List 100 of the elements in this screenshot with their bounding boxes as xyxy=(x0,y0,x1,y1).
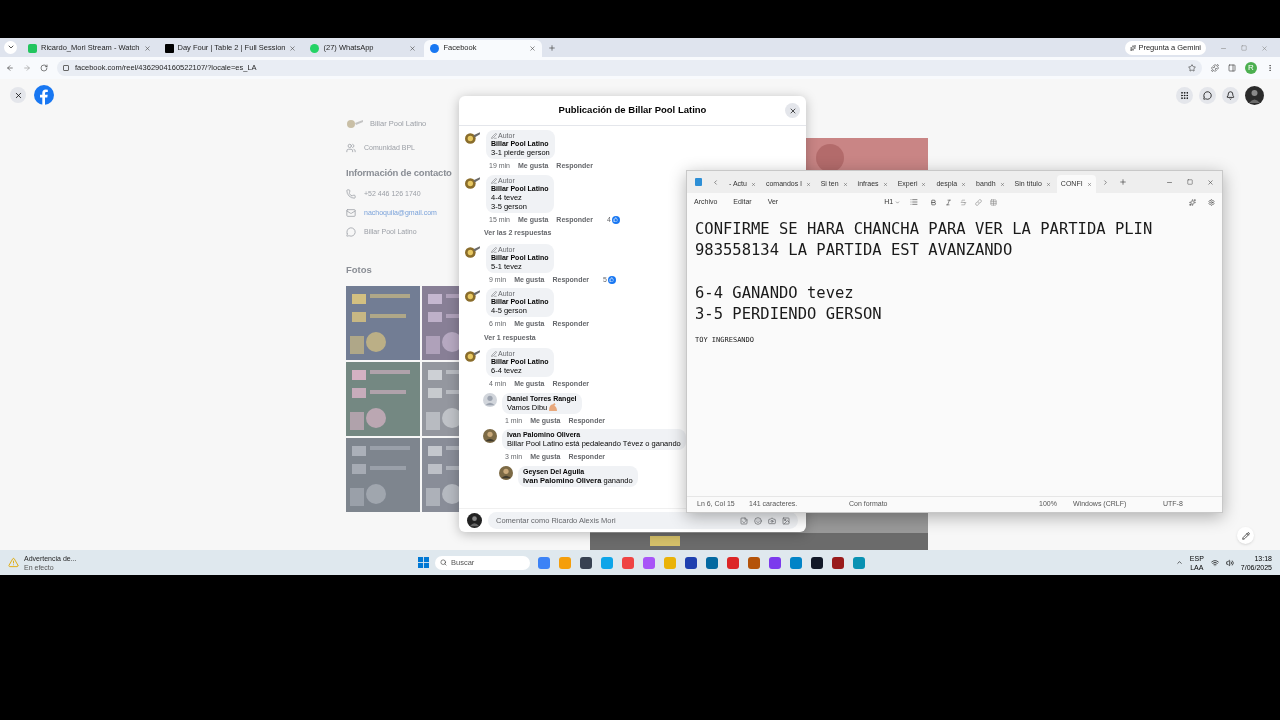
flexed-arm-icon xyxy=(549,403,558,411)
sparkle-icon[interactable] xyxy=(1189,198,1196,206)
pencil-icon xyxy=(491,177,497,184)
close-tab-icon[interactable] xyxy=(1045,181,1051,187)
messenger-button[interactable] xyxy=(1199,86,1216,104)
maximize-icon[interactable] xyxy=(1187,179,1193,185)
restore-icon[interactable] xyxy=(1241,45,1247,52)
user-avatar xyxy=(467,513,482,528)
section-title: Fotos xyxy=(346,263,372,278)
reload-icon[interactable] xyxy=(40,63,48,72)
page-logo-avatar xyxy=(465,288,481,304)
pencil-icon xyxy=(491,291,497,297)
chat-bubble-icon xyxy=(1203,90,1212,100)
strikethrough-icon[interactable] xyxy=(960,198,968,206)
forward-icon[interactable] xyxy=(23,63,31,72)
heading-line: 983558134 LA PARTIDA EST AVANZANDO xyxy=(695,240,1013,261)
menu-icon[interactable] xyxy=(1266,63,1274,72)
stream-logo-icon xyxy=(28,43,37,53)
chat-bubble-icon xyxy=(310,43,320,53)
start-icon[interactable] xyxy=(418,557,429,568)
sparkle-icon xyxy=(1130,44,1137,51)
default-avatar xyxy=(483,392,497,407)
facebook-logo[interactable] xyxy=(34,85,54,105)
close-dialog-button[interactable] xyxy=(785,103,800,118)
camera-icon[interactable] xyxy=(768,516,776,525)
bold-icon[interactable] xyxy=(930,198,938,206)
text-line: 6-4 GANANDO tevez xyxy=(695,283,854,304)
page-logo-avatar xyxy=(465,130,481,146)
close-tab-icon[interactable] xyxy=(289,44,297,52)
close-button[interactable] xyxy=(10,87,26,103)
close-icon[interactable] xyxy=(1207,178,1214,186)
text-line: 3-5 PERDIENDO GERSON xyxy=(695,304,882,325)
scroll-tabs-left-icon[interactable] xyxy=(712,178,719,186)
site-info-icon[interactable] xyxy=(63,64,69,71)
settings-icon[interactable] xyxy=(1208,198,1215,206)
app-icon[interactable] xyxy=(811,556,823,569)
pencil-icon xyxy=(491,133,497,139)
warning-icon[interactable] xyxy=(8,557,19,568)
close-tab-icon[interactable] xyxy=(882,181,888,187)
menu-grid-button[interactable] xyxy=(1176,86,1193,104)
community-icon xyxy=(346,143,356,153)
page-logo-avatar xyxy=(465,174,481,191)
user-avatar xyxy=(483,429,497,443)
video-logo-icon xyxy=(164,43,174,53)
scroll-tabs-right-icon[interactable] xyxy=(1101,178,1109,186)
account-avatar[interactable] xyxy=(1245,85,1264,105)
close-tab-icon[interactable] xyxy=(921,181,927,187)
like-reaction-icon xyxy=(607,275,616,284)
mail-icon xyxy=(346,207,356,218)
grid-icon xyxy=(1180,90,1189,100)
close-icon[interactable] xyxy=(1261,44,1268,52)
close-tab-icon[interactable] xyxy=(961,181,967,187)
table-icon[interactable] xyxy=(990,198,998,206)
like-reaction-icon xyxy=(611,215,620,224)
app-icon[interactable] xyxy=(685,556,697,569)
close-icon xyxy=(788,106,797,115)
bell-icon xyxy=(1226,90,1235,100)
new-tab-icon[interactable] xyxy=(548,43,557,52)
tab-search-button[interactable] xyxy=(4,40,17,54)
sticker-icon[interactable] xyxy=(740,516,748,525)
facebook-logo-icon xyxy=(430,43,440,53)
messenger-icon xyxy=(346,226,356,237)
phone-icon xyxy=(346,188,356,199)
image-icon[interactable] xyxy=(782,516,790,525)
emoji-icon[interactable] xyxy=(754,516,762,525)
page-logo-avatar xyxy=(465,243,481,260)
back-icon[interactable] xyxy=(6,63,14,72)
page-logo-icon xyxy=(346,119,364,129)
compose-button[interactable] xyxy=(1237,527,1254,544)
notifications-button[interactable] xyxy=(1222,86,1239,104)
user-avatar xyxy=(499,465,513,480)
wifi-icon[interactable] xyxy=(1210,558,1219,567)
side-panel-icon[interactable] xyxy=(1228,63,1236,72)
link-icon[interactable] xyxy=(975,198,983,206)
close-tab-icon[interactable] xyxy=(1086,181,1092,187)
pencil-icon xyxy=(1241,531,1250,540)
close-tab-icon[interactable] xyxy=(143,44,151,52)
volume-icon[interactable] xyxy=(1225,558,1234,567)
close-tab-icon[interactable] xyxy=(409,44,417,52)
notepad-app-icon xyxy=(695,178,702,186)
app-icon[interactable] xyxy=(580,556,592,569)
list-icon[interactable] xyxy=(910,198,919,206)
close-tab-icon[interactable] xyxy=(750,181,756,187)
close-tab-icon[interactable] xyxy=(529,44,537,52)
close-tab-icon[interactable] xyxy=(842,181,848,187)
heading-line: CONFIRME SE HARA CHANCHA PARA VER LA PARTIDA PLIN xyxy=(695,219,1153,240)
section-title: Información de contacto xyxy=(346,166,452,180)
close-icon xyxy=(13,90,23,100)
page-logo-avatar xyxy=(465,348,481,364)
extensions-icon[interactable] xyxy=(1211,63,1219,72)
pencil-icon xyxy=(491,246,497,253)
italic-icon[interactable] xyxy=(945,198,953,206)
close-tab-icon[interactable] xyxy=(999,181,1005,187)
bookmark-star-icon[interactable] xyxy=(1188,63,1196,72)
close-tab-icon[interactable] xyxy=(805,181,811,187)
dialog-title: Publicación de Billar Pool Latino xyxy=(558,103,707,118)
new-tab-icon[interactable] xyxy=(1118,178,1127,186)
hidden-icons-icon[interactable] xyxy=(1175,559,1183,566)
chevron-down-icon xyxy=(895,199,901,205)
app-icon[interactable] xyxy=(832,556,844,569)
